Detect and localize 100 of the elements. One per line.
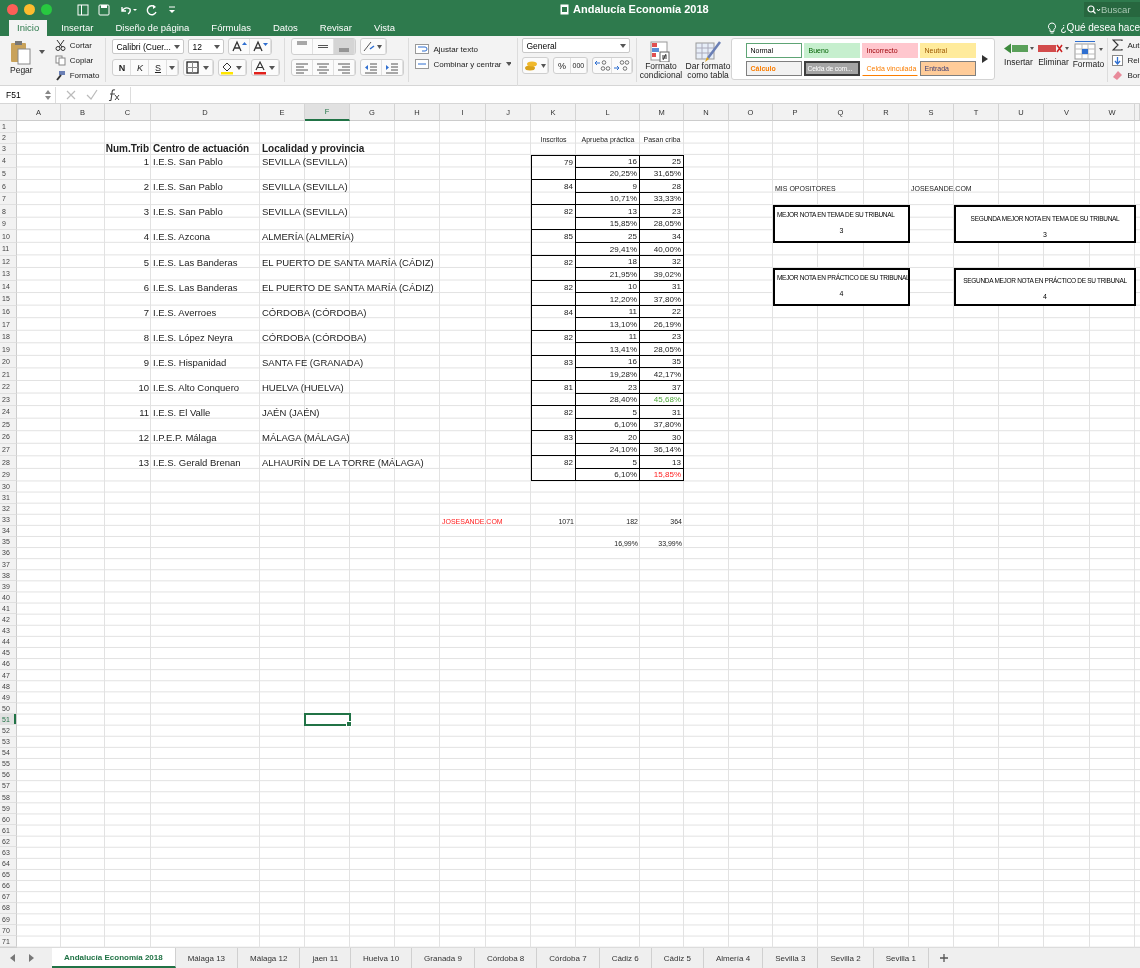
- ribbon-tab[interactable]: Revisar: [311, 20, 360, 37]
- copy-button[interactable]: Copiar: [52, 53, 102, 68]
- table-cell: 23: [640, 205, 684, 218]
- percent-button[interactable]: %: [554, 58, 571, 74]
- add-sheet-icon[interactable]: [938, 953, 949, 964]
- wrap-text-button[interactable]: Ajustar texto: [413, 42, 514, 57]
- table-cell: 30: [640, 431, 684, 444]
- caret-icon[interactable]: [38, 50, 45, 55]
- sheet-tab[interactable]: Cádiz 6: [599, 948, 652, 968]
- table-cell: 6,10%: [576, 418, 640, 432]
- bold-button[interactable]: N: [113, 60, 132, 76]
- decrease-decimal-icon[interactable]: [612, 58, 632, 74]
- table-cell-text: 10: [137, 381, 150, 394]
- save-icon[interactable]: [98, 3, 110, 16]
- conditional-format-button[interactable]: Formato condicional: [637, 38, 685, 83]
- cut-button[interactable]: Cortar: [52, 38, 102, 53]
- minimize-button[interactable]: [24, 4, 35, 16]
- table-cell: 13: [640, 456, 684, 469]
- sidebar-icon[interactable]: [77, 3, 89, 16]
- table-cell: 9: [576, 180, 640, 193]
- font-size-field[interactable]: 12: [188, 39, 225, 55]
- scroll-right-icon[interactable]: [981, 54, 990, 65]
- name-box[interactable]: F51: [0, 86, 56, 103]
- lightbulb-icon: [1046, 21, 1057, 34]
- fill-color-icon[interactable]: [219, 60, 247, 76]
- next-sheet-icon[interactable]: [26, 953, 36, 964]
- font-color-icon[interactable]: [252, 60, 280, 76]
- sheet-tab[interactable]: Sevilla 3: [763, 948, 819, 968]
- sheet-tab[interactable]: Andalucía Economía 2018: [52, 948, 176, 968]
- table-cell: 82: [531, 330, 576, 356]
- caret-icon: [620, 44, 627, 48]
- sheet-tab[interactable]: Cádiz 5: [651, 948, 704, 968]
- format-cells-icon: [1072, 40, 1105, 61]
- clear-button[interactable]: Bor: [1110, 68, 1140, 83]
- table-cell: 82: [531, 280, 576, 306]
- table-cell-text: SEVILLA (SEVILLA): [261, 180, 349, 193]
- sheet-tab[interactable]: Granada 9: [412, 948, 475, 968]
- tell-me-field[interactable]: ¿Qué desea hace: [1060, 22, 1140, 34]
- shrink-font-icon[interactable]: [250, 39, 272, 55]
- table-cell-text: JAÉN (JAÉN): [261, 406, 321, 419]
- percent-value: 28,05%: [653, 220, 681, 229]
- ribbon-tab[interactable]: Fórmulas: [203, 20, 259, 37]
- grow-font-icon[interactable]: [229, 39, 251, 55]
- sheet-tab[interactable]: Málaga 12: [238, 948, 301, 968]
- ribbon-tab[interactable]: Insertar: [53, 20, 102, 37]
- increase-decimal-icon[interactable]: [593, 58, 613, 74]
- orientation-icon[interactable]: [361, 39, 387, 55]
- delete-cells-button[interactable]: Eliminar: [1035, 38, 1072, 83]
- autosum-button[interactable]: Aut: [1110, 38, 1140, 53]
- sheet-tab[interactable]: jaen 11: [300, 948, 352, 968]
- document-icon: [560, 3, 569, 15]
- caret-icon[interactable]: [167, 60, 179, 76]
- sheet-tab[interactable]: Córdoba 7: [537, 948, 600, 968]
- table-cell-text: I.E.S. Hispanidad: [152, 355, 228, 369]
- table-cell: 84: [531, 305, 576, 331]
- ribbon-tab[interactable]: Inicio: [9, 20, 48, 37]
- zoom-button[interactable]: [41, 4, 52, 16]
- format-cells-button[interactable]: Formato: [1071, 38, 1106, 83]
- ribbon-tab[interactable]: Diseño de página: [107, 20, 198, 37]
- redo-icon[interactable]: [146, 3, 158, 16]
- coins-icon[interactable]: [523, 58, 549, 74]
- table-cell: 79: [531, 155, 576, 181]
- table-cell: 35: [640, 355, 684, 369]
- table-cell: 10,71%: [576, 192, 640, 206]
- number-format-field[interactable]: General: [522, 38, 631, 54]
- customize-icon[interactable]: [167, 3, 177, 16]
- header-cell-text: Localidad y provincia: [261, 143, 366, 156]
- active-cell[interactable]: [304, 713, 351, 727]
- table-cell: 21,95%: [576, 268, 640, 281]
- format-as-table-button[interactable]: Dar formato como tabla: [684, 38, 732, 83]
- borders-icon[interactable]: [184, 60, 214, 76]
- font-name-field[interactable]: Calibri (Cuer...: [112, 39, 185, 55]
- table-cell-text: 8: [142, 330, 150, 344]
- merge-center-button[interactable]: Combinar y centrar: [413, 57, 514, 72]
- insert-cells-button[interactable]: Insertar: [1001, 38, 1036, 83]
- sheet-tab[interactable]: Almería 4: [703, 948, 764, 968]
- table-cell-text: EL PUERTO DE SANTA MARÍA (CÁDIZ): [261, 280, 435, 294]
- underline-button[interactable]: S: [149, 60, 168, 76]
- table-cell-text: I.E.S. Azcona: [152, 230, 212, 243]
- table-cell: 37: [640, 381, 684, 394]
- table-cell: 31: [640, 406, 684, 419]
- previous-sheet-icon[interactable]: [8, 953, 18, 964]
- ribbon-tab[interactable]: Vista: [366, 20, 403, 37]
- table-cell-text: I.E.S. San Pablo: [152, 155, 224, 168]
- italic-button[interactable]: K: [131, 60, 150, 76]
- ribbon-tab[interactable]: Datos: [264, 20, 306, 37]
- fill-button[interactable]: Rell: [1110, 53, 1140, 68]
- sheet-tab[interactable]: Huelva 10: [351, 948, 413, 968]
- sheet-tab[interactable]: Málaga 13: [175, 948, 239, 968]
- paste-button[interactable]: Pegar: [8, 38, 35, 78]
- percent-value: 36,14%: [653, 446, 681, 455]
- table-cell-text: MÁLAGA (MÁLAGA): [261, 431, 351, 444]
- sheet-tab[interactable]: Sevilla 2: [818, 948, 874, 968]
- search-field[interactable]: Buscar: [1084, 2, 1140, 17]
- table-cell-text: 1: [142, 155, 150, 168]
- format-painter-button[interactable]: Formato: [52, 68, 102, 83]
- sheet-tab[interactable]: Córdoba 8: [474, 948, 538, 968]
- function-icon[interactable]: [107, 88, 121, 101]
- table-cell: 16: [576, 355, 640, 369]
- sheet-tab[interactable]: Sevilla 1: [873, 948, 929, 968]
